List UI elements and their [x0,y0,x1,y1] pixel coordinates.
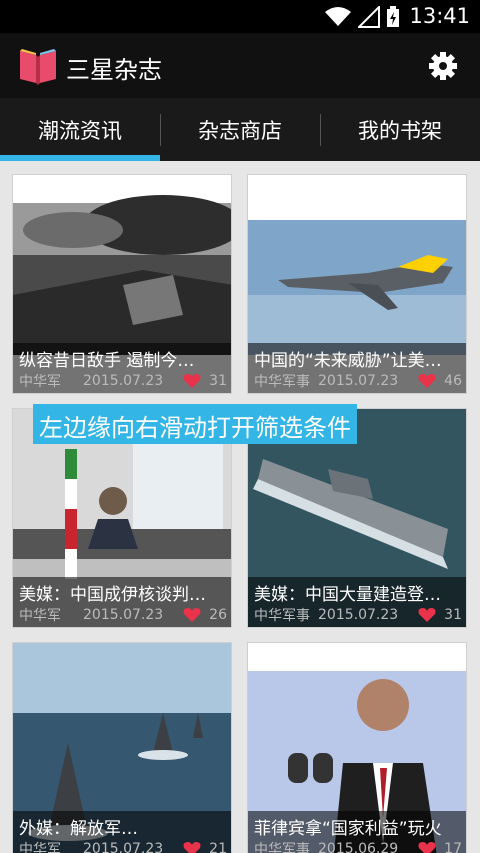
article-source: 中华军事 [254,374,310,390]
tab-trend-news[interactable]: 潮流资讯 [0,98,160,161]
like-count: 17 [444,841,462,853]
article-meta: 中华军事 2015.07.23 31 [254,605,462,625]
article-caption: 纵容昔日敌手 遏制今… 中华军 2015.07.23 31 [13,343,231,393]
article-date: 2015.07.23 [83,607,164,623]
status-time: 13:41 [409,4,470,28]
heart-icon[interactable] [183,841,201,853]
book-icon[interactable] [16,43,60,87]
article-caption: 美媒：中国成伊核谈判… 中华军 2015.07.23 26 [13,577,231,627]
tab-bar: 潮流资讯 杂志商店 我的书架 [0,98,480,161]
article-card[interactable]: 外媒：解放军… 中华军 2015.07.23 21 [12,642,232,853]
app-bar: 三星杂志 [0,33,480,98]
heart-icon[interactable] [183,373,201,389]
tab-label: 潮流资讯 [38,118,122,143]
article-meta: 中华军事 2015.06.29 17 [254,839,462,853]
heart-icon[interactable] [418,607,436,623]
article-source: 中华军 [19,608,61,624]
tab-my-bookshelf[interactable]: 我的书架 [320,98,480,161]
article-headline: 外媒：解放军… [19,819,138,839]
swipe-hint-tooltip: 左边缘向右滑动打开筛选条件 [33,404,357,444]
app-title: 三星杂志 [66,56,162,84]
heart-icon[interactable] [183,607,201,623]
article-headline: 美媒：中国大量建造登… [254,585,441,605]
article-date: 2015.07.23 [83,373,164,389]
like-count: 26 [209,607,227,623]
article-caption: 外媒：解放军… 中华军 2015.07.23 21 [13,811,231,853]
article-headline: 中国的“未来威胁”让美… [254,351,442,371]
article-source: 中华军事 [254,608,310,624]
wifi-icon [325,7,351,26]
article-date: 2015.07.23 [318,373,399,389]
article-date: 2015.06.29 [318,841,399,853]
article-caption: 美媒：中国大量建造登… 中华军事 2015.07.23 31 [248,577,466,627]
article-meta: 中华军事 2015.07.23 46 [254,371,462,391]
battery-charging-icon [387,6,399,27]
tab-magazine-store[interactable]: 杂志商店 [160,98,320,161]
article-caption: 中国的“未来威胁”让美… 中华军事 2015.07.23 46 [248,343,466,393]
like-count: 31 [209,373,227,389]
article-source: 中华军 [19,374,61,390]
article-date: 2015.07.23 [83,841,164,853]
article-meta: 中华军 2015.07.23 21 [19,839,227,853]
article-date: 2015.07.23 [318,607,399,623]
like-count: 46 [444,373,462,389]
like-count: 31 [444,607,462,623]
signal-icon [358,6,380,28]
tab-label: 杂志商店 [198,118,282,143]
article-caption: 菲律宾拿“国家利益”玩火 中华军事 2015.06.29 17 [248,811,466,853]
article-card[interactable]: 菲律宾拿“国家利益”玩火 中华军事 2015.06.29 17 [247,642,467,853]
article-source: 中华军 [19,842,61,853]
heart-icon[interactable] [418,373,436,389]
article-card[interactable]: 纵容昔日敌手 遏制今… 中华军 2015.07.23 31 [12,174,232,394]
article-source: 中华军事 [254,842,310,853]
article-grid: 纵容昔日敌手 遏制今… 中华军 2015.07.23 31 中国的“未来威胁”让… [0,161,480,853]
status-bar: 13:41 [0,0,480,33]
article-headline: 美媒：中国成伊核谈判… [19,585,206,605]
tab-label: 我的书架 [358,118,442,143]
article-headline: 菲律宾拿“国家利益”玩火 [254,819,442,839]
like-count: 21 [209,841,227,853]
heart-icon[interactable] [418,841,436,853]
gear-icon[interactable] [428,51,458,81]
article-card[interactable]: 中国的“未来威胁”让美… 中华军事 2015.07.23 46 [247,174,467,394]
article-meta: 中华军 2015.07.23 31 [19,371,227,391]
article-headline: 纵容昔日敌手 遏制今… [19,351,195,371]
status-icons [324,6,400,28]
article-meta: 中华军 2015.07.23 26 [19,605,227,625]
